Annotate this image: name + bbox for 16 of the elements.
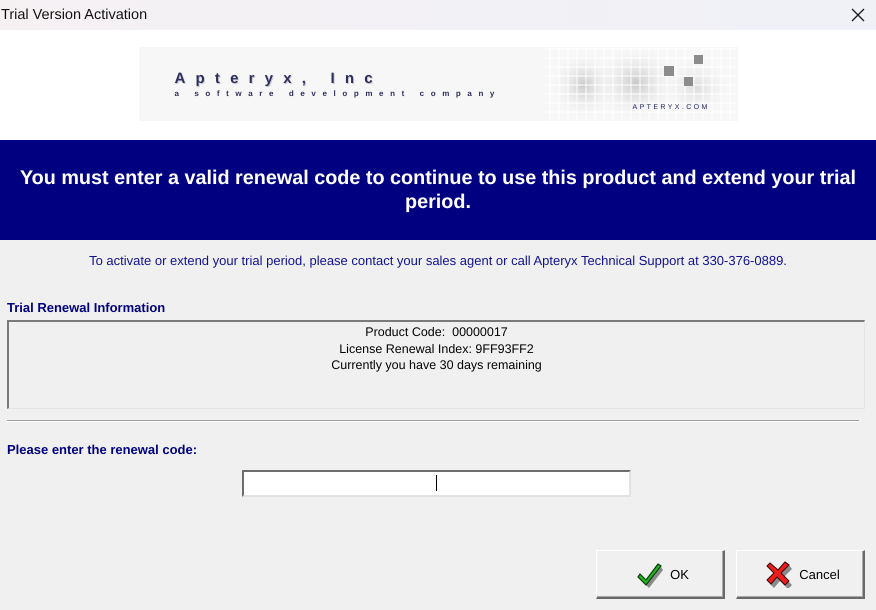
contact-info-text: To activate or extend your trial period, please contact your sales agent or call Apteryx Technical Support at 330-376-0889. — [88, 253, 788, 269]
renewal-code-field[interactable] — [242, 470, 631, 497]
company-tagline: a software development company — [174, 89, 501, 99]
window-title: Trial Version Activation — [0, 7, 148, 23]
company-name: Apteryx, Inc — [174, 71, 383, 87]
check-icon — [637, 560, 664, 588]
cross-icon — [766, 560, 794, 588]
cancel-button[interactable]: Cancel — [736, 550, 865, 599]
info-line: Product Code: 00000017 — [365, 324, 508, 340]
info-line: License Renewal Index: 9FF93FF2 — [339, 340, 534, 357]
close-icon — [851, 8, 865, 22]
section-heading: Trial Renewal Information — [7, 300, 166, 316]
notice-text: You must enter a valid renewal code to continue to use this product and extend your trial period. — [18, 166, 858, 214]
ok-button[interactable]: OK — [596, 550, 725, 599]
field-label: Please enter the renewal code: — [7, 442, 198, 458]
info-line: Currently you have 30 days remaining — [331, 357, 542, 374]
